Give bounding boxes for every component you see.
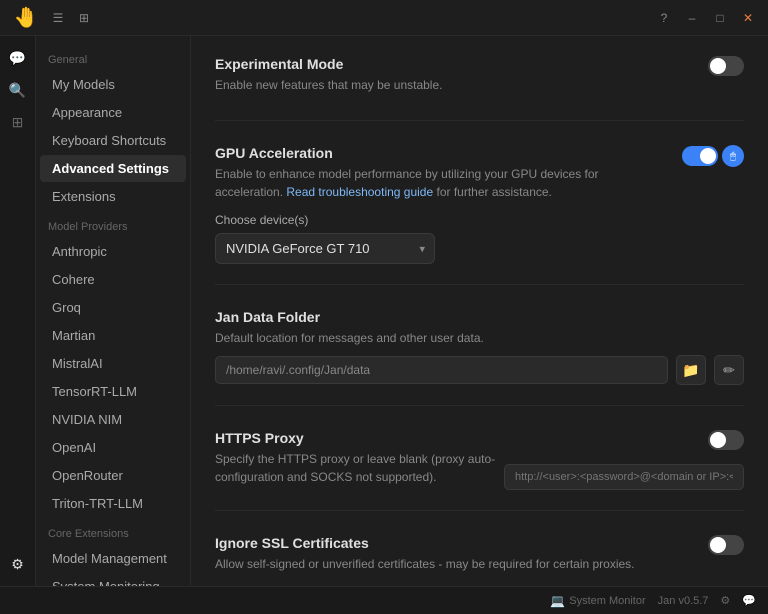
jan-data-folder-desc: Default location for messages and other … <box>215 329 484 347</box>
version-label: Jan v0.5.7 <box>658 595 709 607</box>
open-folder-button[interactable]: 📁 <box>676 355 706 385</box>
device-select[interactable]: NVIDIA GeForce GT 710 <box>215 233 435 264</box>
https-proxy-title: HTTPS Proxy <box>215 430 504 446</box>
experimental-mode-desc: Enable new features that may be unstable… <box>215 76 442 94</box>
search-icon[interactable]: 🔍 <box>4 76 32 104</box>
gpu-acceleration-toggle[interactable] <box>682 146 718 166</box>
gpu-acceleration-header: GPU Acceleration Enable to enhance model… <box>215 145 744 201</box>
settings-icon[interactable]: ⚙ <box>4 550 32 578</box>
gpu-acceleration-section: GPU Acceleration Enable to enhance model… <box>215 145 744 285</box>
ignore-ssl-toggle[interactable] <box>708 535 744 555</box>
sidebar-item-cohere[interactable]: Cohere <box>40 266 186 293</box>
https-proxy-section: HTTPS Proxy Specify the HTTPS proxy or l… <box>215 430 744 511</box>
sidebar-item-keyboard-shortcuts[interactable]: Keyboard Shortcuts <box>40 127 186 154</box>
hamburger-menu-icon[interactable]: ☰ <box>50 10 66 26</box>
core-extensions-label: Core Extensions <box>36 518 190 544</box>
https-proxy-toggle[interactable] <box>708 430 744 450</box>
ignore-ssl-desc: Allow self-signed or unverified certific… <box>215 555 635 573</box>
main-layout: 💬 🔍 ⊞ ⚙ General My Models Appearance Key… <box>0 36 768 586</box>
jan-data-folder-text: Jan Data Folder Default location for mes… <box>215 309 484 347</box>
edit-folder-button[interactable]: ✏ <box>714 355 744 385</box>
gpu-acceleration-text: GPU Acceleration Enable to enhance model… <box>215 145 645 201</box>
folder-path-display: /home/ravi/.config/Jan/data <box>215 356 668 384</box>
ignore-ssl-text: Ignore SSL Certificates Allow self-signe… <box>215 535 635 573</box>
discord-icon[interactable]: 💬 <box>742 594 756 607</box>
experimental-mode-section: Experimental Mode Enable new features th… <box>215 56 744 121</box>
app-logo-icon: 🤚 <box>12 4 40 32</box>
sidebar-item-advanced-settings[interactable]: Advanced Settings <box>40 155 186 182</box>
sidebar-item-triton-trt-llm[interactable]: Triton-TRT-LLM <box>40 490 186 517</box>
system-monitor-label: System Monitor <box>569 595 645 607</box>
experimental-mode-title: Experimental Mode <box>215 56 442 72</box>
gpu-toggle-area: 🖱 <box>670 145 744 167</box>
jan-data-folder-section: Jan Data Folder Default location for mes… <box>215 309 744 406</box>
jan-data-folder-title: Jan Data Folder <box>215 309 484 325</box>
gpu-acceleration-desc: Enable to enhance model performance by u… <box>215 165 645 201</box>
models-grid-icon[interactable]: ⊞ <box>4 108 32 136</box>
device-chooser-label: Choose device(s) <box>215 213 744 227</box>
title-bar-controls: ? – □ ✕ <box>656 10 756 26</box>
experimental-mode-text: Experimental Mode Enable new features th… <box>215 56 442 94</box>
sidebar-item-extensions[interactable]: Extensions <box>40 183 186 210</box>
troubleshooting-link[interactable]: Read troubleshooting guide <box>286 185 433 199</box>
https-proxy-header: HTTPS Proxy Specify the HTTPS proxy or l… <box>215 430 744 490</box>
sidebar-item-groq[interactable]: Groq <box>40 294 186 321</box>
gpu-mouse-icon: 🖱 <box>722 145 744 167</box>
https-proxy-text: HTTPS Proxy Specify the HTTPS proxy or l… <box>215 430 504 486</box>
sidebar: General My Models Appearance Keyboard Sh… <box>36 36 191 586</box>
model-providers-label: Model Providers <box>36 211 190 237</box>
experimental-mode-header: Experimental Mode Enable new features th… <box>215 56 744 94</box>
ignore-ssl-section: Ignore SSL Certificates Allow self-signe… <box>215 535 744 586</box>
gpu-acceleration-title: GPU Acceleration <box>215 145 645 161</box>
sidebar-item-martian[interactable]: Martian <box>40 322 186 349</box>
help-icon[interactable]: ? <box>656 10 672 26</box>
title-bar-left: 🤚 ☰ ⊞ <box>12 4 92 32</box>
https-proxy-input[interactable] <box>504 464 744 490</box>
system-monitor-icon: 💻 <box>550 594 565 608</box>
sidebar-item-nvidia-nim[interactable]: NVIDIA NIM <box>40 406 186 433</box>
system-monitor-status[interactable]: 💻 System Monitor <box>550 594 645 608</box>
https-proxy-desc: Specify the HTTPS proxy or leave blank (… <box>215 450 504 486</box>
app-window: 🤚 ☰ ⊞ ? – □ ✕ 💬 🔍 ⊞ ⚙ General My Models … <box>0 0 768 614</box>
content-area: Experimental Mode Enable new features th… <box>191 36 768 586</box>
sidebar-item-model-management[interactable]: Model Management <box>40 545 186 572</box>
github-icon[interactable]: ⚙ <box>720 594 730 607</box>
minimize-button[interactable]: – <box>684 10 700 26</box>
sidebar-item-openai[interactable]: OpenAI <box>40 434 186 461</box>
sidebar-item-mistralai[interactable]: MistralAI <box>40 350 186 377</box>
close-button[interactable]: ✕ <box>740 10 756 26</box>
icon-rail: 💬 🔍 ⊞ ⚙ <box>0 36 36 586</box>
jan-data-folder-header: Jan Data Folder Default location for mes… <box>215 309 744 347</box>
sidebar-item-tensorrt-llm[interactable]: TensorRT-LLM <box>40 378 186 405</box>
sidebar-item-my-models[interactable]: My Models <box>40 71 186 98</box>
status-bar: 💻 System Monitor Jan v0.5.7 ⚙ 💬 <box>0 586 768 614</box>
general-section-label: General <box>36 44 190 70</box>
https-proxy-controls <box>504 430 744 490</box>
device-select-wrapper: NVIDIA GeForce GT 710 ▾ <box>215 233 435 264</box>
layout-icon[interactable]: ⊞ <box>76 10 92 26</box>
chat-icon[interactable]: 💬 <box>4 44 32 72</box>
title-bar: 🤚 ☰ ⊞ ? – □ ✕ <box>0 0 768 36</box>
data-folder-row: /home/ravi/.config/Jan/data 📁 ✏ <box>215 355 744 385</box>
ignore-ssl-header: Ignore SSL Certificates Allow self-signe… <box>215 535 744 573</box>
sidebar-item-appearance[interactable]: Appearance <box>40 99 186 126</box>
maximize-button[interactable]: □ <box>712 10 728 26</box>
experimental-mode-toggle[interactable] <box>708 56 744 76</box>
ignore-ssl-title: Ignore SSL Certificates <box>215 535 635 551</box>
sidebar-item-openrouter[interactable]: OpenRouter <box>40 462 186 489</box>
sidebar-item-anthropic[interactable]: Anthropic <box>40 238 186 265</box>
device-chooser: Choose device(s) NVIDIA GeForce GT 710 ▾ <box>215 213 744 264</box>
sidebar-item-system-monitoring[interactable]: System Monitoring <box>40 573 186 586</box>
